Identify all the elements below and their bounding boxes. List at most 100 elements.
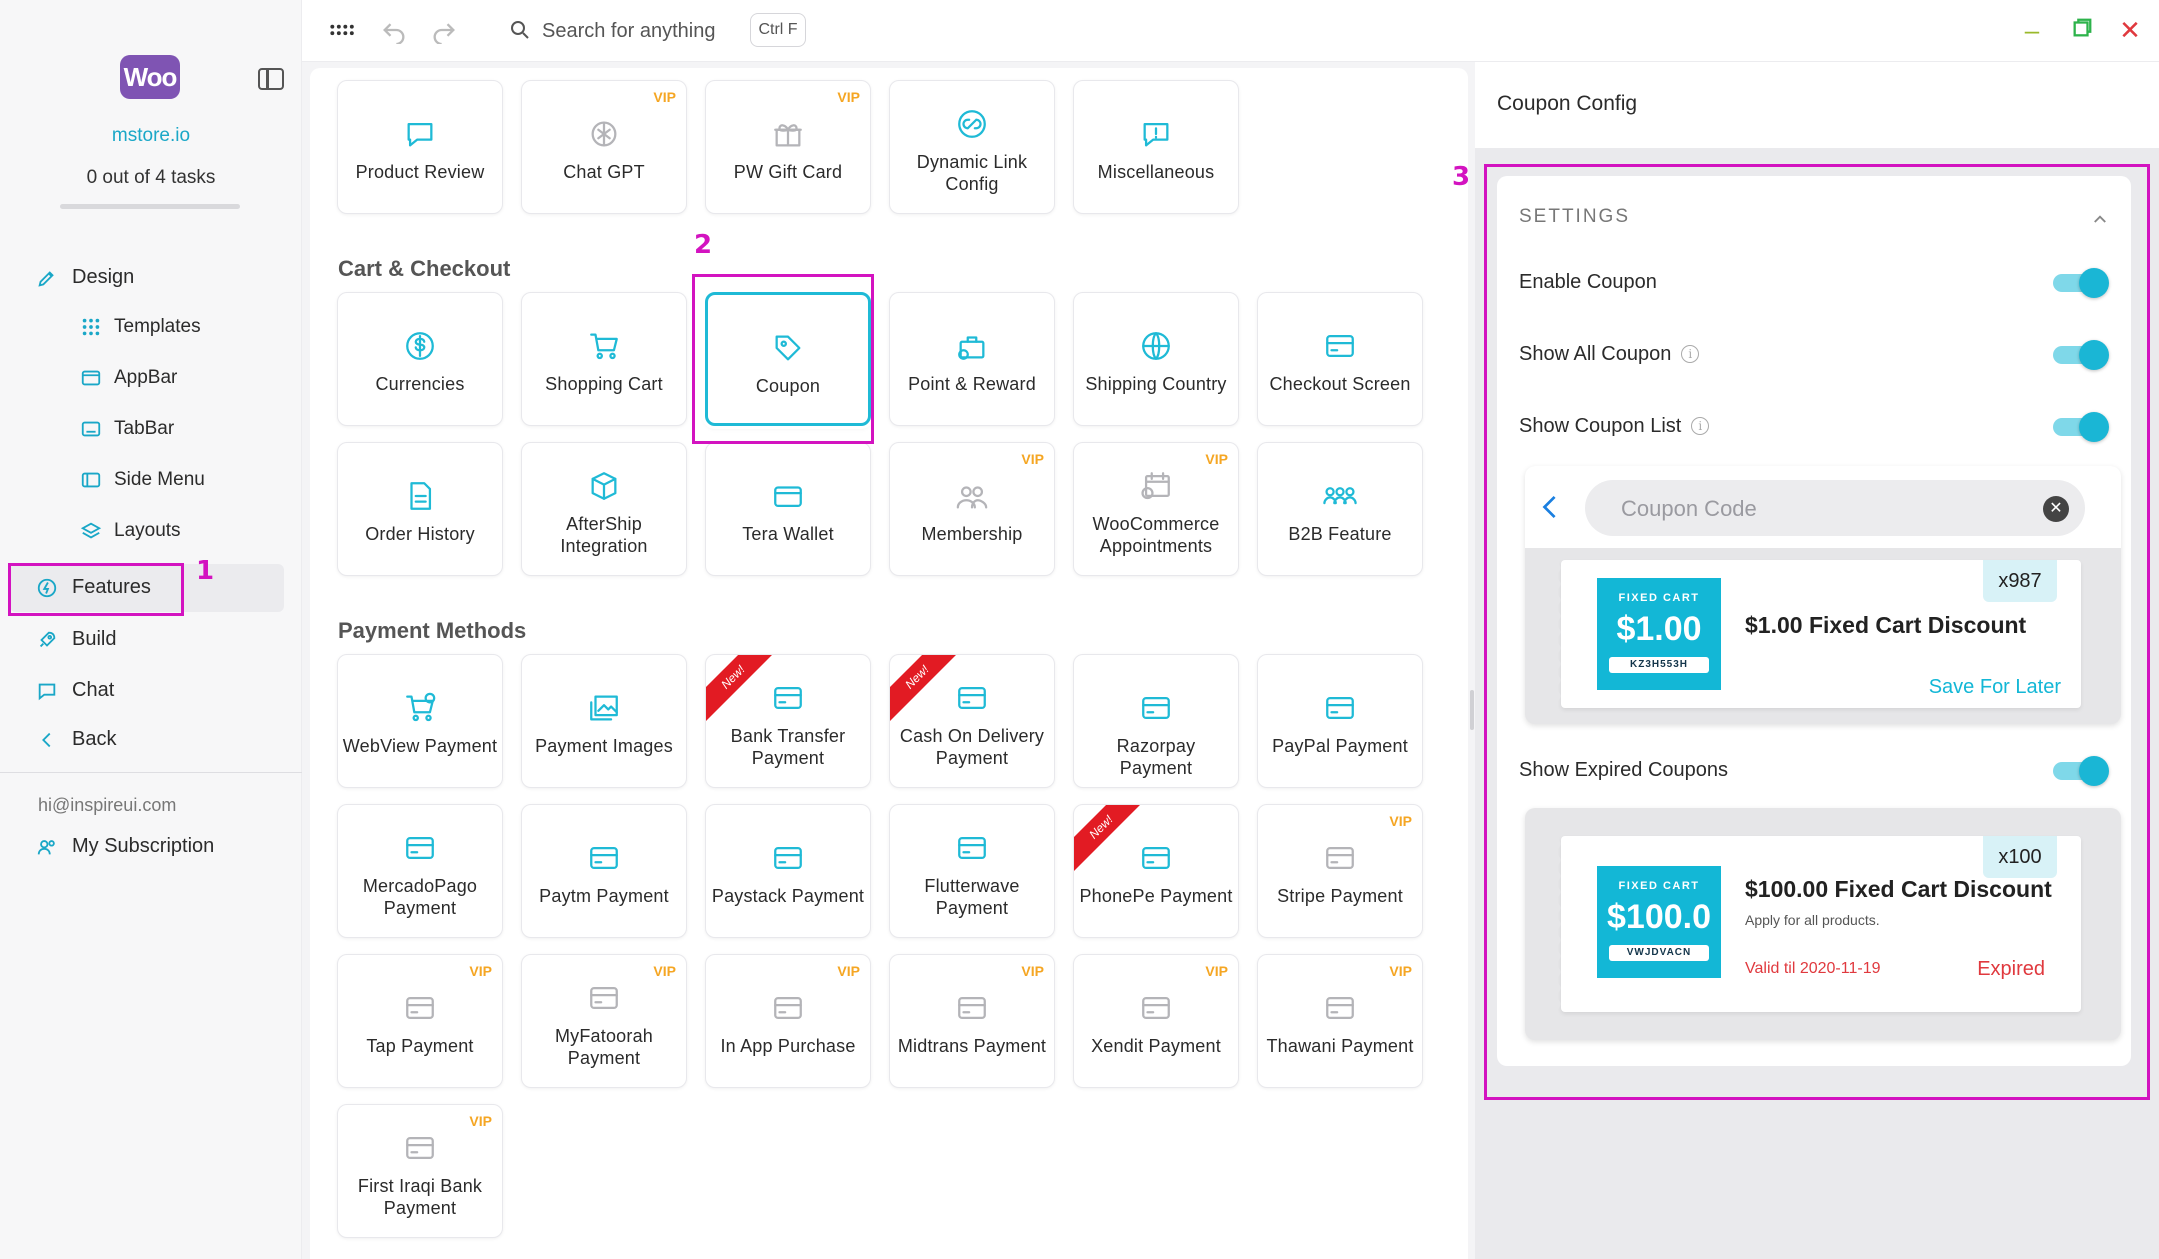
nav-templates[interactable]: Templates	[80, 316, 201, 338]
card-icon	[1258, 991, 1422, 1027]
vip-badge: VIP	[1205, 451, 1228, 467]
feature-card-label: WebView Payment	[342, 736, 498, 756]
nav-appbar[interactable]: AppBar	[80, 367, 177, 389]
feature-card-payment-images[interactable]: Payment Images	[521, 654, 687, 788]
apps-grid-icon[interactable]	[328, 18, 354, 44]
feature-card-razorpay-payment[interactable]: Razorpay Payment	[1073, 654, 1239, 788]
feature-card-paypal-payment[interactable]: PayPal Payment	[1257, 654, 1423, 788]
store-name[interactable]: mstore.io	[0, 125, 302, 147]
grid-dots-icon	[80, 316, 102, 338]
feature-card-paytm-payment[interactable]: Paytm Payment	[521, 804, 687, 938]
feature-card-miscellaneous[interactable]: Miscellaneous	[1073, 80, 1239, 214]
feature-card-chat-gpt[interactable]: Chat GPT VIP	[521, 80, 687, 214]
feature-card-cash-on-delivery-payment[interactable]: Cash On Delivery Payment New!	[889, 654, 1055, 788]
nav-side-menu[interactable]: Side Menu	[80, 469, 205, 491]
doc-icon	[338, 479, 502, 515]
config-title: Coupon Config	[1497, 92, 1638, 115]
feature-card-order-history[interactable]: Order History	[337, 442, 503, 576]
close-icon[interactable]: ✕	[2116, 16, 2144, 44]
feature-card-label: PW Gift Card	[733, 162, 843, 182]
nav-layouts[interactable]: Layouts	[80, 520, 181, 542]
feature-card-woocommerce-appointments[interactable]: WooCommerce Appointments VIP	[1073, 442, 1239, 576]
feature-card-membership[interactable]: Membership VIP	[889, 442, 1055, 576]
layers-icon	[80, 520, 102, 542]
feature-card-first-iraqi-bank-payment[interactable]: First Iraqi Bank Payment VIP	[337, 1104, 503, 1238]
woo-logo: Woo	[120, 55, 180, 99]
webcart-icon	[338, 691, 502, 727]
wallet-icon	[706, 479, 870, 515]
undo-icon[interactable]	[380, 16, 408, 46]
nav-subscription[interactable]: My Subscription	[36, 835, 214, 858]
ai-icon	[522, 117, 686, 153]
feature-card-label: Flutterwave Payment	[924, 876, 1020, 918]
card-icon	[338, 831, 502, 867]
feature-card-mercadopago-payment[interactable]: MercadoPago Payment	[337, 804, 503, 938]
feature-card-bank-transfer-payment[interactable]: Bank Transfer Payment New!	[705, 654, 871, 788]
feature-card-product-review[interactable]: Product Review	[337, 80, 503, 214]
calendar-icon	[1074, 469, 1238, 505]
feature-card-label: Shipping Country	[1085, 374, 1227, 394]
vip-badge: VIP	[1021, 451, 1044, 467]
feature-card-label: Shopping Cart	[545, 374, 663, 394]
feature-card-tera-wallet[interactable]: Tera Wallet	[705, 442, 871, 576]
feature-card-paystack-payment[interactable]: Paystack Payment	[705, 804, 871, 938]
feature-card-phonepe-payment[interactable]: PhonePe Payment New!	[1073, 804, 1239, 938]
nav-back[interactable]: Back	[36, 728, 116, 751]
alert-icon	[1074, 117, 1238, 153]
people-icon	[890, 479, 1054, 515]
feature-card-shopping-cart[interactable]: Shopping Cart	[521, 292, 687, 426]
minimize-icon[interactable]: –	[2018, 16, 2046, 44]
card-icon	[1258, 841, 1422, 877]
feature-card-aftership-integration[interactable]: AfterShip Integration	[521, 442, 687, 576]
feature-card-stripe-payment[interactable]: Stripe Payment VIP	[1257, 804, 1423, 938]
nav-design[interactable]: Design	[36, 266, 134, 289]
vip-badge: VIP	[469, 1113, 492, 1129]
card-icon	[522, 981, 686, 1017]
feature-card-label: Order History	[365, 524, 475, 544]
feature-card-point-reward[interactable]: Point & Reward	[889, 292, 1055, 426]
feature-card-label: Product Review	[355, 162, 485, 182]
feature-card-b2b-feature[interactable]: B2B Feature	[1257, 442, 1423, 576]
feature-card-label: Payment Images	[535, 736, 673, 756]
image-icon	[522, 691, 686, 727]
feature-card-flutterwave-payment[interactable]: Flutterwave Payment	[889, 804, 1055, 938]
annotation-box-2	[692, 274, 874, 444]
nav-chat[interactable]: Chat	[36, 679, 114, 702]
maximize-icon[interactable]	[2068, 16, 2096, 44]
sidebar-toggle-icon[interactable]	[258, 68, 284, 90]
feature-card-thawani-payment[interactable]: Thawani Payment VIP	[1257, 954, 1423, 1088]
annotation-box-3	[1484, 164, 2150, 1100]
feature-card-checkout-screen[interactable]: Checkout Screen	[1257, 292, 1423, 426]
vip-badge: VIP	[469, 963, 492, 979]
feature-card-in-app-purchase[interactable]: In App Purchase VIP	[705, 954, 871, 1088]
feature-card-label: Point & Reward	[908, 374, 1036, 394]
feature-card-currencies[interactable]: Currencies	[337, 292, 503, 426]
logo-text: Woo	[123, 61, 178, 92]
search-icon	[508, 18, 532, 42]
section-cart-title: Cart & Checkout	[338, 256, 511, 281]
appbar-icon	[80, 367, 102, 389]
feature-card-label: Cash On Delivery Payment	[899, 726, 1045, 768]
search-shortcut: Ctrl F	[750, 13, 806, 47]
vip-badge: VIP	[837, 89, 860, 105]
panel-scrollbar[interactable]	[1470, 690, 1474, 730]
nav-tabbar[interactable]: TabBar	[80, 418, 174, 440]
feature-card-myfatoorah-payment[interactable]: MyFatoorah Payment VIP	[521, 954, 687, 1088]
feature-card-midtrans-payment[interactable]: Midtrans Payment VIP	[889, 954, 1055, 1088]
feature-card-pw-gift-card[interactable]: PW Gift Card VIP	[705, 80, 871, 214]
feature-card-label: PhonePe Payment	[1079, 886, 1233, 906]
redo-icon[interactable]	[430, 16, 458, 46]
nav-build[interactable]: Build	[36, 628, 116, 651]
brush-icon	[36, 267, 58, 289]
feature-card-label: Tera Wallet	[742, 524, 834, 544]
card-icon	[1258, 329, 1422, 365]
feature-card-xendit-payment[interactable]: Xendit Payment VIP	[1073, 954, 1239, 1088]
feature-card-tap-payment[interactable]: Tap Payment VIP	[337, 954, 503, 1088]
feature-card-dynamic-link-config[interactable]: Dynamic Link Config	[889, 80, 1055, 214]
annotation-number-3: 3	[1452, 162, 1471, 192]
vip-badge: VIP	[653, 963, 676, 979]
global-search-input[interactable]	[542, 16, 742, 46]
card-icon	[1074, 691, 1238, 727]
feature-card-webview-payment[interactable]: WebView Payment	[337, 654, 503, 788]
feature-card-shipping-country[interactable]: Shipping Country	[1073, 292, 1239, 426]
